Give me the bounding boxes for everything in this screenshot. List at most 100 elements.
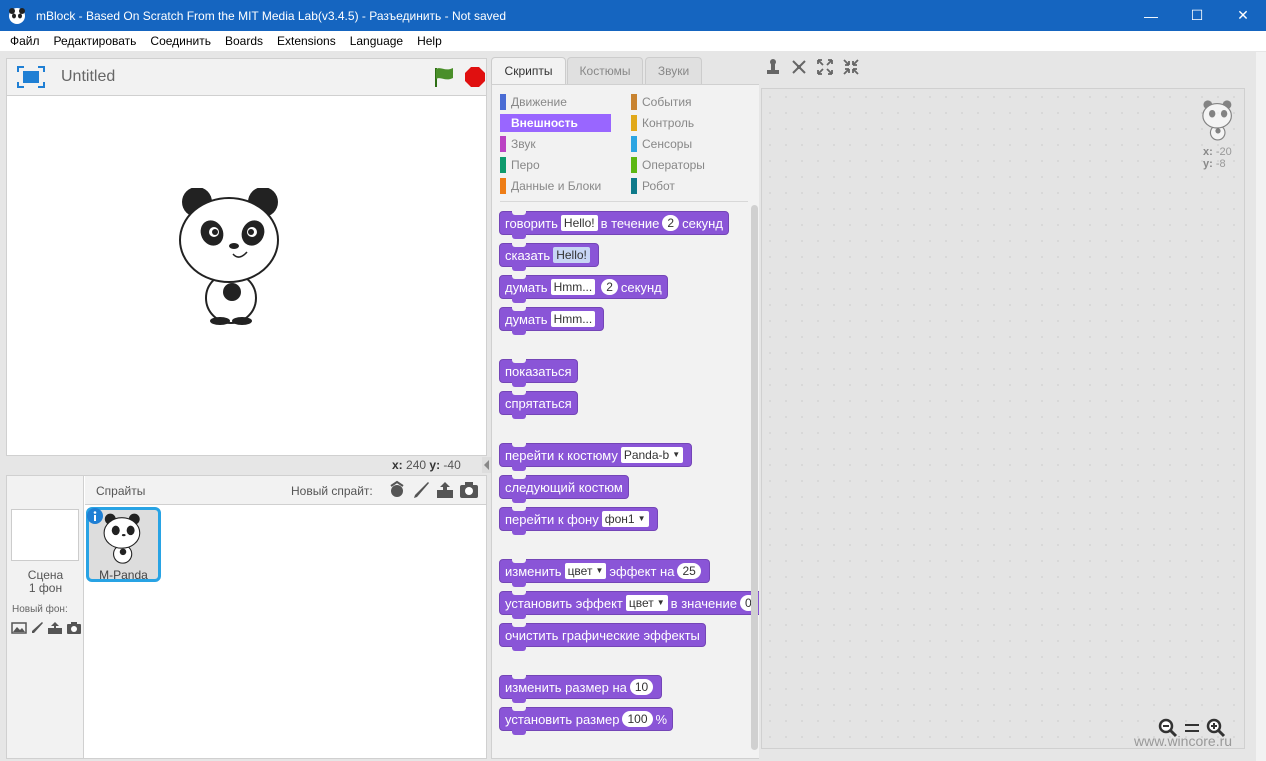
panda-app-icon: [9, 7, 25, 24]
sprites-pane: Сцена 1 фон Новый фон: Спрайты Новый спр…: [6, 475, 487, 759]
dropdown-caret-icon: ▼: [672, 450, 681, 459]
block-set-size[interactable]: установить размер 100 %: [499, 707, 674, 735]
block-say[interactable]: сказать Hello!: [499, 243, 599, 271]
block-set-effect[interactable]: установить эффект цвет ▼ в значение 0: [499, 591, 759, 619]
category-color: [631, 157, 637, 173]
maximize-button[interactable]: ☐: [1174, 0, 1220, 31]
block-input[interactable]: Hmm...: [550, 311, 596, 327]
fullscreen-icon[interactable]: [17, 66, 45, 88]
backdrop-paint-icon[interactable]: [30, 621, 44, 635]
block-input[interactable]: Hmm...: [550, 279, 596, 295]
category-sensing[interactable]: Сенсоры: [631, 135, 692, 153]
block-clear-effects[interactable]: очистить графические эффекты: [499, 623, 706, 651]
block-switch-costume[interactable]: перейти к костюму Panda-b ▼: [499, 443, 693, 471]
block-dropdown[interactable]: цвет ▼: [625, 595, 668, 611]
menu-bar: Файл Редактировать Соединить Boards Exte…: [0, 31, 1266, 52]
grow-icon[interactable]: [816, 58, 834, 76]
palette-scrollbar[interactable]: [751, 205, 758, 750]
menu-extensions[interactable]: Extensions: [270, 34, 343, 48]
category-color: [500, 94, 506, 110]
block-change-size[interactable]: изменить размер на 10: [499, 675, 663, 703]
block-say-for-secs[interactable]: говорить Hello! в течение 2 секунд: [499, 211, 729, 239]
stage-header: Untitled: [6, 58, 487, 95]
panda-sprite[interactable]: [177, 188, 287, 328]
sprites-header: Спрайты Новый спрайт:: [85, 476, 486, 505]
block-text: перейти к костюму: [505, 447, 618, 463]
green-flag-icon[interactable]: [432, 66, 456, 88]
x-value: -20: [1215, 146, 1232, 158]
category-looks[interactable]: Внешность: [500, 114, 611, 132]
category-control[interactable]: Контроль: [631, 114, 694, 132]
minimize-button[interactable]: —: [1128, 0, 1174, 31]
block-number-input[interactable]: 2: [662, 215, 680, 231]
sprite-library-icon[interactable]: [387, 480, 407, 500]
menu-connect[interactable]: Соединить: [143, 34, 218, 48]
category-pen[interactable]: Перо: [500, 156, 540, 174]
backdrop-upload-icon[interactable]: [47, 621, 63, 635]
stop-icon[interactable]: [464, 66, 486, 88]
block-hide[interactable]: спрятаться: [499, 391, 578, 419]
cut-icon[interactable]: [790, 58, 808, 76]
category-label: События: [642, 95, 692, 109]
category-events[interactable]: События: [631, 93, 692, 111]
block-number-input[interactable]: 25: [677, 563, 701, 579]
sprite-paint-icon[interactable]: [411, 480, 431, 500]
menu-boards[interactable]: Boards: [218, 34, 270, 48]
dropdown-caret-icon: ▼: [595, 566, 604, 575]
stage-coords: x: 240 y: -40: [392, 458, 461, 472]
category-operators[interactable]: Операторы: [631, 156, 705, 174]
stage[interactable]: [6, 95, 487, 456]
sprite-name: M-Panda: [99, 568, 148, 582]
category-motion[interactable]: Движение: [500, 93, 567, 111]
tab-costumes[interactable]: Костюмы: [567, 57, 643, 84]
category-color: [500, 178, 506, 194]
sprite-camera-icon[interactable]: [459, 480, 479, 500]
block-change-effect[interactable]: изменить цвет ▼ эффект на 25: [499, 559, 710, 587]
close-button[interactable]: ✕: [1220, 0, 1266, 31]
backdrop-camera-icon[interactable]: [66, 621, 82, 635]
dropdown-value: цвет: [567, 564, 593, 578]
category-sound[interactable]: Звук: [500, 135, 536, 153]
block-think[interactable]: думать Hmm...: [499, 307, 605, 335]
block-number-input[interactable]: 2: [601, 279, 618, 295]
block-text: секунд: [620, 279, 662, 295]
window-title: mBlock - Based On Scratch From the MIT M…: [36, 8, 506, 23]
menu-edit[interactable]: Редактировать: [47, 34, 144, 48]
category-label: Движение: [511, 95, 567, 109]
block-show[interactable]: показаться: [499, 359, 578, 387]
block-next-costume[interactable]: следующий костюм: [499, 475, 629, 503]
block-dropdown[interactable]: Panda-b ▼: [620, 447, 684, 463]
block-text: думать: [505, 311, 548, 327]
block-switch-backdrop[interactable]: перейти к фону фон1 ▼: [499, 507, 658, 535]
menu-file[interactable]: Файл: [3, 34, 47, 48]
duplicate-icon[interactable]: [764, 58, 782, 76]
y-label: y:: [429, 458, 441, 472]
dropdown-value: фон1: [604, 512, 635, 526]
category-color: [631, 136, 637, 152]
scripts-area[interactable]: x: -20 y: -8: [761, 88, 1245, 749]
scene-thumbnail[interactable]: [11, 509, 79, 561]
shrink-icon[interactable]: [842, 58, 860, 76]
block-number-input[interactable]: 100: [622, 711, 653, 727]
block-dropdown[interactable]: цвет ▼: [564, 563, 607, 579]
tab-scripts[interactable]: Скрипты: [491, 57, 566, 84]
block-dropdown[interactable]: фон1 ▼: [601, 511, 649, 527]
menu-language[interactable]: Language: [343, 34, 410, 48]
info-icon[interactable]: [87, 508, 103, 524]
x-label: x:: [1203, 146, 1213, 158]
watermark: www.wincore.ru: [1134, 733, 1233, 749]
block-think-for-secs[interactable]: думать Hmm... 2 секунд: [499, 275, 668, 303]
project-title[interactable]: Untitled: [61, 68, 115, 86]
sprite-card-m-panda[interactable]: M-Panda: [86, 507, 161, 582]
category-robot[interactable]: Робот: [631, 177, 675, 195]
block-text: секунд: [682, 215, 723, 231]
block-text: эффект на: [609, 563, 675, 579]
block-number-input[interactable]: 10: [629, 679, 654, 695]
backdrop-library-icon[interactable]: [11, 621, 27, 635]
block-input[interactable]: Hello!: [560, 215, 598, 231]
menu-help[interactable]: Help: [410, 34, 449, 48]
sprite-upload-icon[interactable]: [435, 480, 455, 500]
block-input[interactable]: Hello!: [553, 247, 590, 263]
category-data[interactable]: Данные и Блоки: [500, 177, 601, 195]
tab-sounds[interactable]: Звуки: [645, 57, 702, 84]
